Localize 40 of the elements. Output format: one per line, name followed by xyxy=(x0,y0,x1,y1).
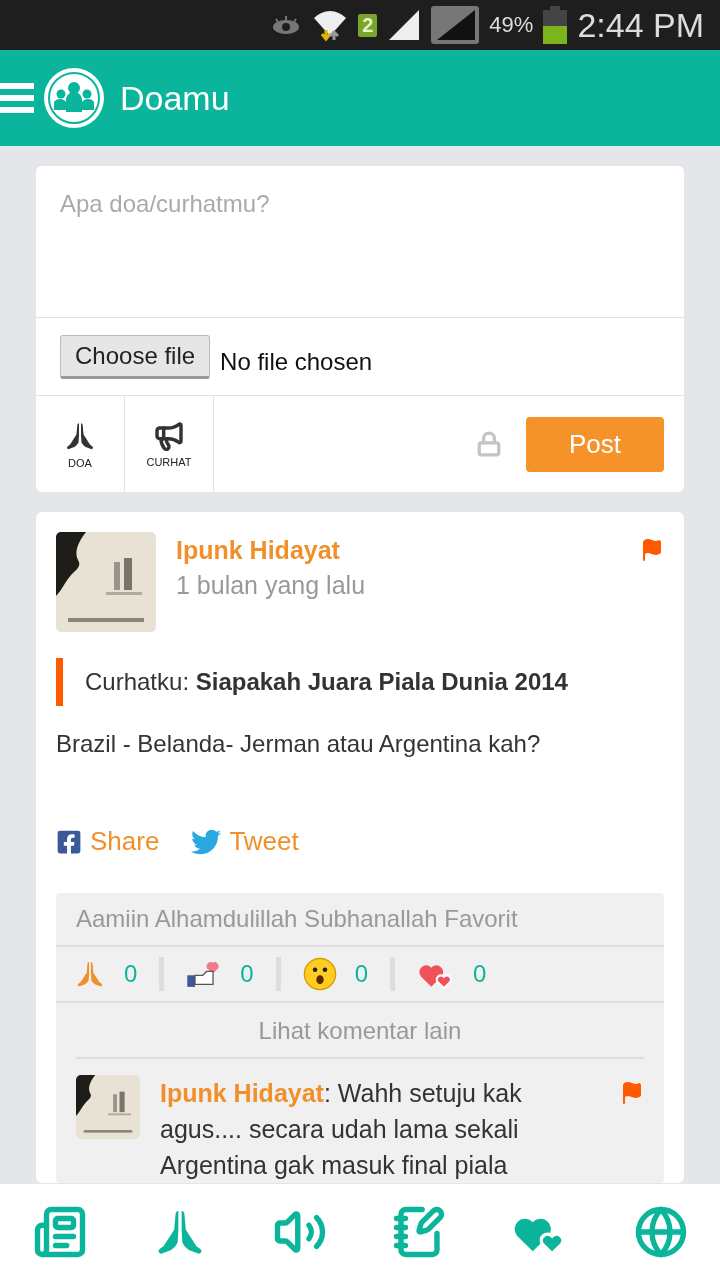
logo-icon xyxy=(42,66,106,130)
reaction-button[interactable]: 0 xyxy=(74,957,165,991)
signal-icon xyxy=(431,6,480,44)
clock: 2:44 PM xyxy=(577,5,704,45)
nav-button[interactable] xyxy=(633,1205,688,1259)
newspaper-icon xyxy=(32,1205,87,1259)
battery-percent: 49% xyxy=(489,12,534,38)
flag-icon[interactable] xyxy=(640,538,664,562)
choose-file-button[interactable]: Choose file xyxy=(60,334,211,379)
post-type-button[interactable]: DOA xyxy=(36,396,125,492)
share-link[interactable]: Share xyxy=(56,826,160,857)
app-title: Doamu xyxy=(120,78,230,118)
menu-icon[interactable] xyxy=(0,81,34,115)
megaphone-icon xyxy=(153,420,185,452)
message-field[interactable]: Apa doa/curhatmu? xyxy=(36,166,684,317)
comment-author[interactable]: Ipunk Hidayat xyxy=(160,1079,324,1107)
post-time: 1 bulan yang lalu xyxy=(176,571,367,600)
nav-button[interactable] xyxy=(32,1205,87,1259)
author-name[interactable]: Ipunk Hidayat xyxy=(176,536,620,565)
reactions-header: Aamiin Alhamdulillah Subhanallah Favorit xyxy=(56,893,664,947)
battery-icon xyxy=(543,6,568,44)
post-button[interactable]: Post xyxy=(526,416,664,472)
reaction-button[interactable]: 0 xyxy=(186,957,281,991)
post-title: Curhatku: Siapakah Juara Piala Dunia 2014 xyxy=(85,668,568,695)
signal-icon xyxy=(387,8,422,42)
post-body: Brazil - Belanda- Jerman atau Argentina kah? xyxy=(56,730,542,758)
reaction-button[interactable]: 0 xyxy=(302,957,396,991)
more-comments-link[interactable]: Lihat komentar lain xyxy=(76,1003,644,1059)
globe-icon xyxy=(633,1205,688,1259)
share-link[interactable]: Tweet xyxy=(191,826,299,857)
comment-text: Ipunk Hidayat: Wahh setuju kak agus.... secara udah lama sekali Argentina gak masuk final piala xyxy=(160,1078,523,1181)
surprised-face-icon xyxy=(302,957,337,991)
lock-icon[interactable] xyxy=(476,431,502,457)
facebook-icon xyxy=(56,828,82,855)
sim-badge: 2 xyxy=(358,13,378,37)
file-status: No file chosen xyxy=(220,347,373,376)
nav-button[interactable] xyxy=(391,1205,446,1259)
flag-icon[interactable] xyxy=(620,1081,644,1105)
reaction-button[interactable]: 0 xyxy=(417,957,509,991)
notepad-pen-icon xyxy=(391,1205,446,1259)
